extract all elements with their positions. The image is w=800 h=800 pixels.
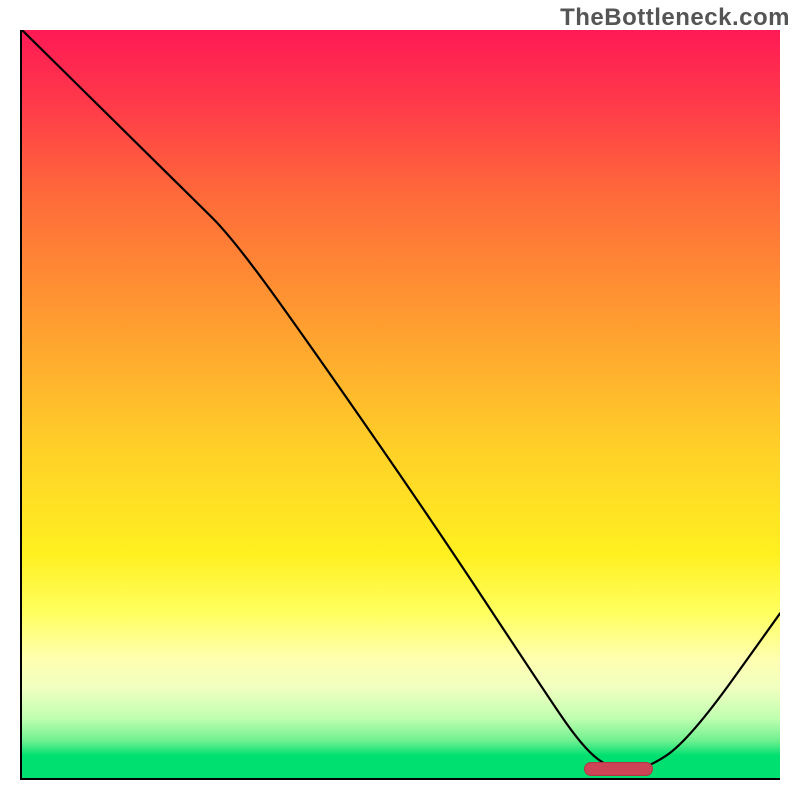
curve-svg (22, 30, 780, 778)
bottleneck-curve (22, 30, 780, 771)
watermark-text: TheBottleneck.com (560, 4, 790, 32)
chart-container: TheBottleneck.com (0, 0, 800, 800)
optimal-marker (584, 762, 652, 776)
plot-area (20, 30, 780, 780)
